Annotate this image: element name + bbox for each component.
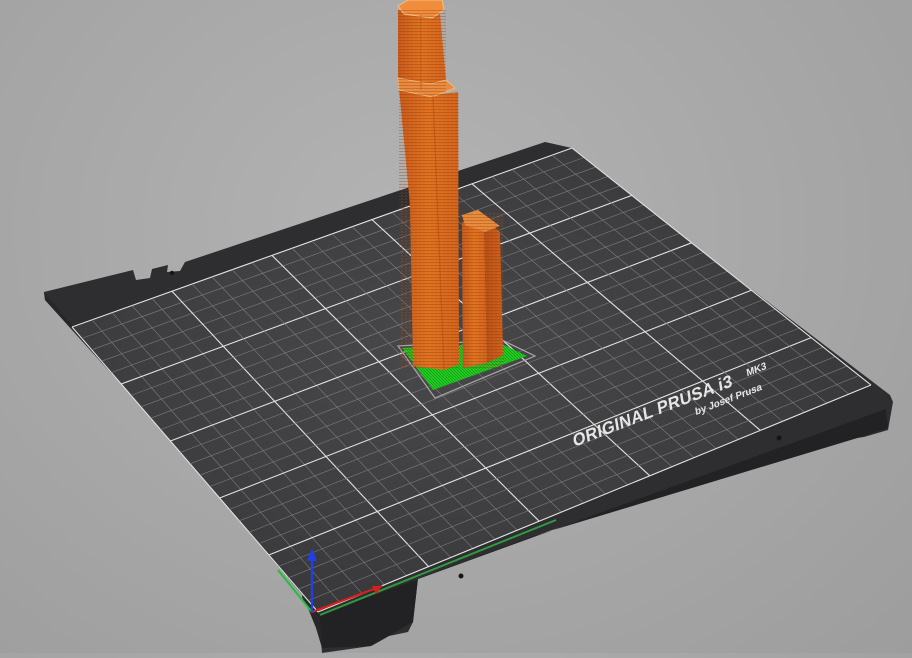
bed-screw [458,573,464,579]
scene-canvas: ORIGINAL PRUSA i3 MK3 by Josef Prusa [44,0,893,653]
short-tower [462,210,504,370]
tall-tower [397,0,459,371]
bed-screw [776,435,782,441]
short-tower-layers [462,212,504,370]
bed-screw [169,270,175,276]
3d-viewport[interactable]: ORIGINAL PRUSA i3 MK3 by Josef Prusa [0,0,912,653]
tall-tower-layers-upper [398,8,446,92]
tall-tower-layers-lower [399,92,459,368]
